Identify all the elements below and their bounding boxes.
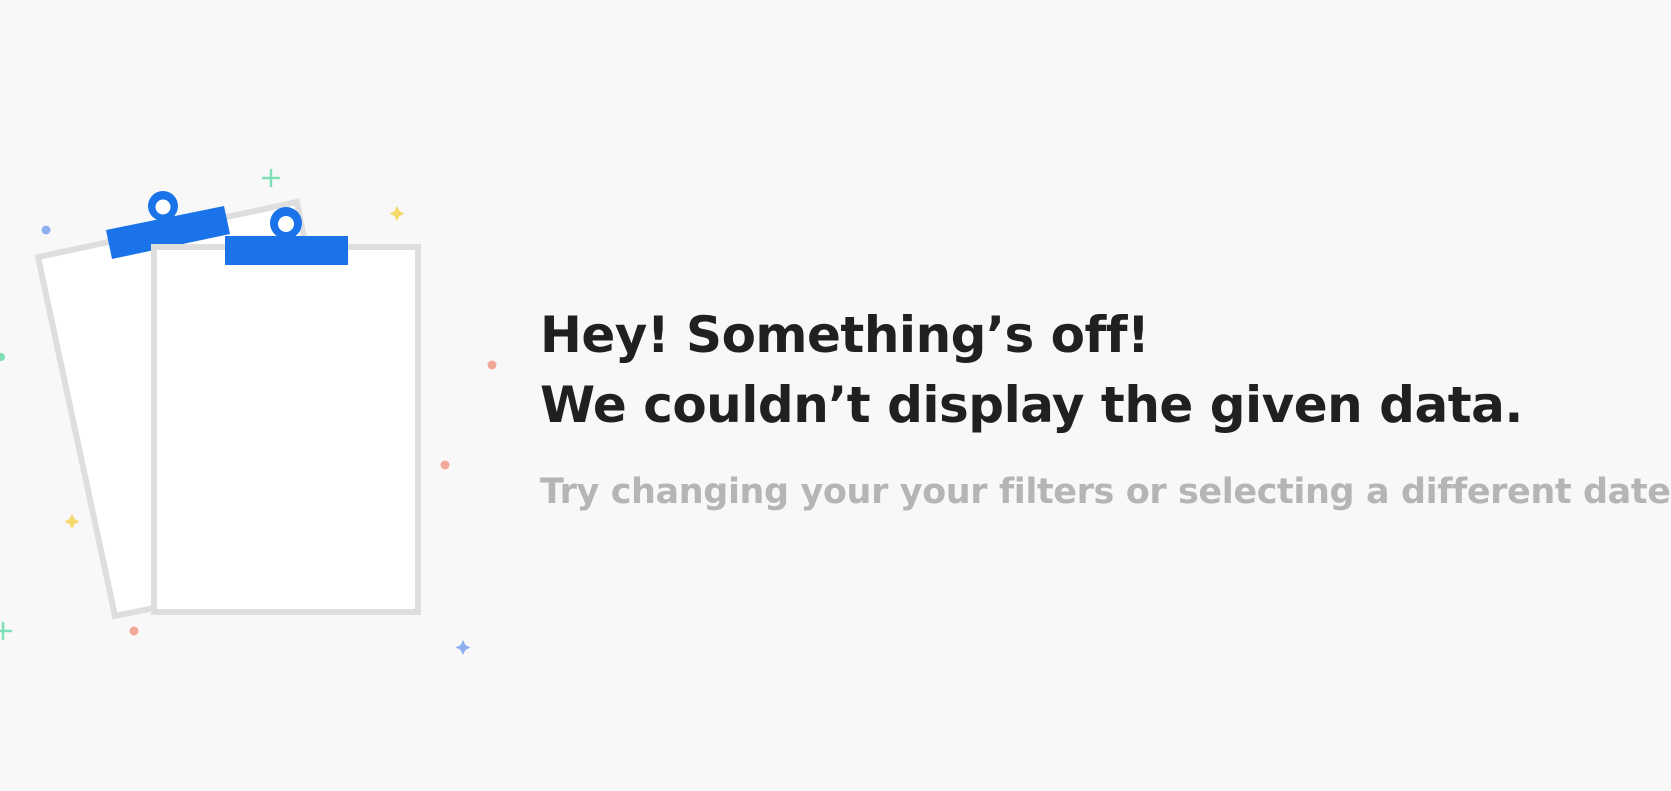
empty-state-message: Hey! Something’s off! We couldn’t displa… [540,300,1671,516]
dot-icon [487,360,497,370]
headline-line-2: We couldn’t display the given data. [540,376,1523,434]
dot-icon [129,626,139,636]
headline-line-1: Hey! Something’s off! [540,306,1150,364]
star-sparkle-icon [64,514,80,529]
empty-clipboards-illustration [0,168,497,655]
star-sparkle-icon [389,206,405,221]
dot-icon [440,460,450,470]
empty-state-hint: Try changing your your filters or select… [540,472,1671,512]
plus-sparkle-icon [261,168,281,188]
star-sparkle-icon [455,640,471,655]
plus-sparkle-icon [0,621,13,641]
empty-state-panel: Hey! Something’s off! We couldn’t displa… [0,0,1671,791]
dot-icon [0,353,5,361]
empty-state-headline: Hey! Something’s off! We couldn’t displa… [540,300,1660,440]
dot-icon [41,225,51,235]
front-clipboard-icon [151,207,421,615]
